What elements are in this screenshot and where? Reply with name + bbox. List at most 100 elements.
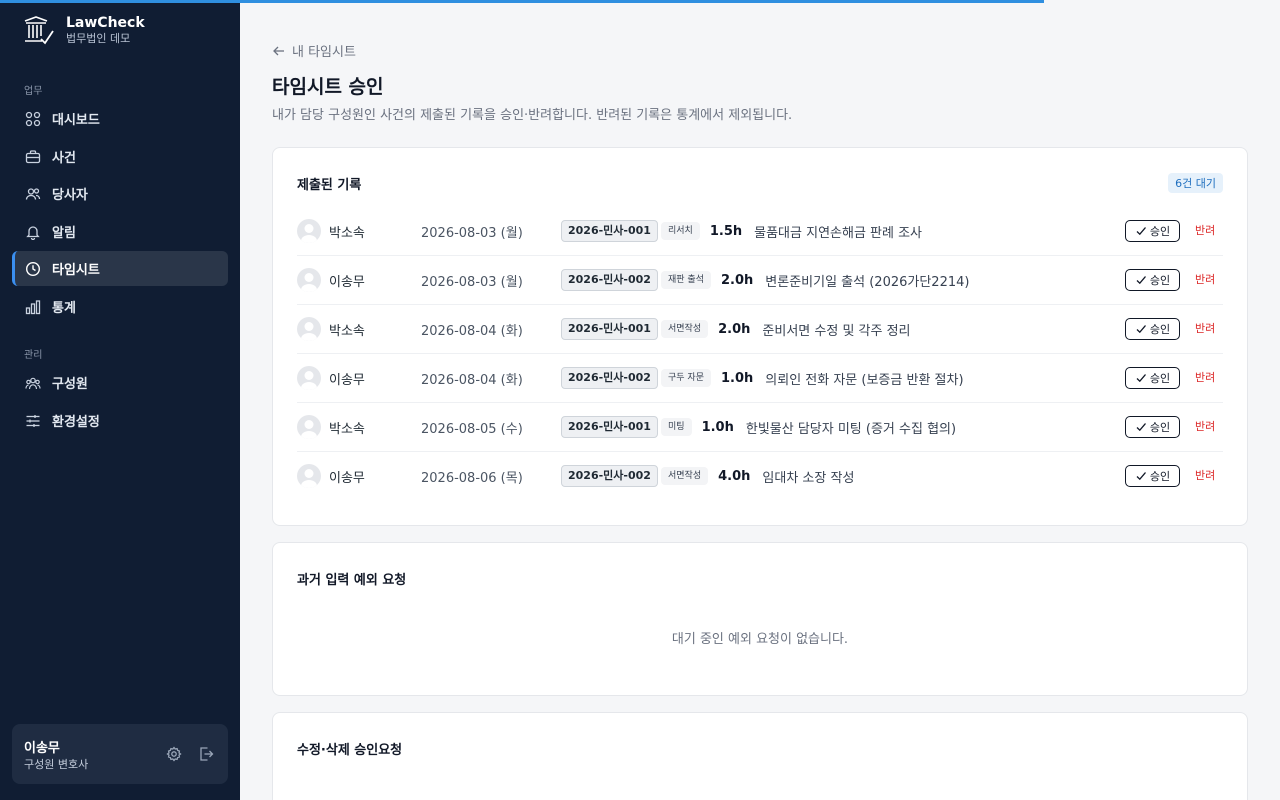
sidebar-item-label: 당사자 [52,188,88,203]
approve-label: 승인 [1149,323,1171,336]
reject-button[interactable]: 반려 [1195,467,1215,483]
list-item: 박소속 2026-08-03 (월) 2026-민사-001 리서치 1.5h … [297,207,1223,256]
case-number-badge: 2026-민사-002 [561,465,658,487]
law-pillar-logo-icon [24,16,54,45]
sidebar-item-label: 사건 [52,151,76,166]
list-item: 이송무 2026-08-03 (월) 2026-민사-002 재판 출석 2.0… [297,256,1223,305]
approve-label: 승인 [1149,274,1171,287]
work-date: 2026-08-03 (월) [421,275,523,290]
empty-state-message: 대기 중인 예외 요청이 없습니다. [671,632,849,647]
list-item: 이송무 2026-08-04 (화) 2026-민사-002 구두 자문 1.0… [297,354,1223,403]
submitted-records-card: 제출된 기록 6건 대기 박소속 2026-08-03 (월) 2026-민사-… [272,147,1248,526]
logout-icon[interactable] [198,746,214,762]
work-description: 한빛물산 담당자 미팅 (증거 수집 협의) [745,421,957,437]
hours: 2.0h [720,272,754,288]
user-avatar-icon [301,469,317,488]
avatar [297,317,321,341]
work-date: 2026-08-03 (월) [421,226,523,241]
list-item: 박소속 2026-08-05 (수) 2026-민사-001 미팅 1.0h 한… [297,403,1223,452]
clock-icon [25,261,41,276]
sidebar-item-timesheet[interactable]: 타임시트 [12,251,228,286]
pending-count-badge: 6건 대기 [1168,173,1223,193]
app-name: LawCheck [66,15,145,31]
reject-button[interactable]: 반려 [1195,320,1215,336]
sidebar-item-dashboard[interactable]: 대시보드 [12,101,228,136]
member-name: 이송무 [329,373,365,388]
hours: 1.5h [709,223,743,239]
user-role: 구성원 변호사 [24,758,89,771]
team-icon [25,377,41,389]
sidebar-item-statistics[interactable]: 통계 [12,289,228,324]
approve-label: 승인 [1149,372,1171,385]
sidebar-item-label: 타임시트 [52,263,100,278]
work-type-tag: 리서치 [661,222,700,240]
member-name: 박소속 [329,226,365,241]
member-name: 이송무 [329,275,365,290]
work-date: 2026-08-04 (화) [421,324,523,339]
list-item: 이송무 2026-08-06 (목) 2026-민사-002 서면작성 4.0h… [297,452,1223,501]
work-type-tag: 재판 출석 [661,271,711,289]
user-avatar-icon [301,420,317,439]
check-icon [1136,374,1146,383]
check-icon [1136,472,1146,481]
reject-button[interactable]: 반려 [1195,222,1215,238]
sidebar-item-notifications[interactable]: 알림 [12,214,228,249]
avatar [297,366,321,390]
member-name: 박소속 [329,422,365,437]
sidebar-item-cases[interactable]: 사건 [12,139,228,174]
user-name: 이송무 [24,741,60,756]
reject-button[interactable]: 반려 [1195,369,1215,385]
approve-button[interactable]: 승인 [1125,269,1180,291]
card-title: 수정·삭제 승인요청 [297,743,403,758]
work-date: 2026-08-04 (화) [421,373,523,388]
case-number-badge: 2026-민사-001 [561,220,658,242]
brand[interactable]: LawCheck 법무법인 데모 [22,14,145,46]
page-loading-bar [0,0,1044,3]
approve-button[interactable]: 승인 [1125,367,1180,389]
reject-button[interactable]: 반려 [1195,271,1215,287]
user-avatar-icon [301,273,317,292]
nav-section-admin: 관리 [24,350,43,361]
back-to-my-timesheet-link[interactable]: 내 타임시트 [272,41,356,60]
card-title: 과거 입력 예외 요청 [297,573,407,588]
approve-button[interactable]: 승인 [1125,416,1180,438]
approve-button[interactable]: 승인 [1125,318,1180,340]
approve-button[interactable]: 승인 [1125,220,1180,242]
work-description: 물품대금 지연손해금 판례 조사 [754,225,923,241]
briefcase-icon [25,149,41,163]
avatar [297,415,321,439]
sidebar-item-label: 알림 [52,226,76,241]
list-item: 박소속 2026-08-04 (화) 2026-민사-001 서면작성 2.0h… [297,305,1223,354]
member-name: 이송무 [329,471,365,486]
arrow-left-icon [273,46,284,55]
bell-icon [26,225,40,240]
nav-section-work: 업무 [24,86,43,97]
grid-icon [25,111,41,126]
gear-icon[interactable] [166,746,182,762]
approve-button[interactable]: 승인 [1125,465,1180,487]
sidebar-item-parties[interactable]: 당사자 [12,176,228,211]
work-description: 준비서면 수정 및 각주 정리 [762,323,911,339]
sliders-icon [26,414,40,427]
exception-requests-card: 과거 입력 예외 요청 대기 중인 예외 요청이 없습니다. [272,542,1248,696]
back-link-label: 내 타임시트 [292,45,356,60]
reject-button[interactable]: 반려 [1195,418,1215,434]
user-card: 이송무 구성원 변호사 [12,724,228,784]
case-number-badge: 2026-민사-002 [561,269,658,291]
sidebar-item-label: 통계 [52,301,76,316]
work-type-tag: 서면작성 [661,320,709,338]
sidebar-item-settings[interactable]: 환경설정 [12,403,228,438]
submitted-records-list: 박소속 2026-08-03 (월) 2026-민사-001 리서치 1.5h … [297,207,1223,501]
sidebar-item-members[interactable]: 구성원 [12,365,228,400]
hours: 4.0h [718,468,751,484]
check-icon [1136,276,1146,285]
sidebar-item-label: 대시보드 [52,113,100,128]
check-icon [1136,423,1146,432]
case-number-badge: 2026-민사-001 [561,416,658,438]
avatar [297,464,321,488]
avatar [297,268,321,292]
member-name: 박소속 [329,324,365,339]
page-title: 타임시트 승인 [272,76,384,98]
check-icon [1136,325,1146,334]
work-description: 의뢰인 전화 자문 (보증금 반환 절차) [765,372,964,388]
